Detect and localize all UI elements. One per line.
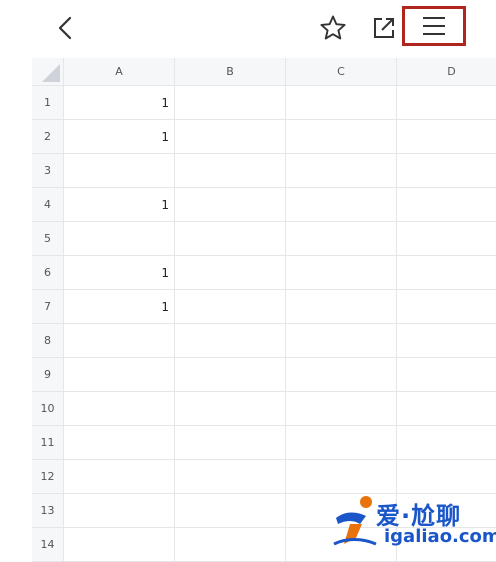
- row-header[interactable]: 3: [32, 154, 64, 188]
- column-header-row: A B C D: [32, 58, 496, 86]
- cell-a[interactable]: 1: [64, 86, 175, 120]
- cell-d[interactable]: [397, 120, 496, 154]
- table-row: 11: [32, 86, 496, 120]
- table-row: 21: [32, 120, 496, 154]
- cell-b[interactable]: [175, 290, 286, 324]
- watermark: 爱·尬聊 igaliao.com: [332, 490, 496, 554]
- chevron-left-icon: [55, 15, 77, 41]
- cell-c[interactable]: [286, 392, 397, 426]
- external-link-icon: [371, 15, 397, 41]
- cell-d[interactable]: [397, 392, 496, 426]
- table-row: 10: [32, 392, 496, 426]
- row-header[interactable]: 14: [32, 528, 64, 562]
- cell-c[interactable]: [286, 154, 397, 188]
- column-header-d[interactable]: D: [397, 58, 496, 86]
- table-row: 3: [32, 154, 496, 188]
- hamburger-menu-icon: [421, 15, 447, 37]
- cell-a[interactable]: 1: [64, 256, 175, 290]
- cell-b[interactable]: [175, 392, 286, 426]
- table-row: 5: [32, 222, 496, 256]
- cell-c[interactable]: [286, 256, 397, 290]
- cell-a[interactable]: [64, 460, 175, 494]
- row-header[interactable]: 7: [32, 290, 64, 324]
- cell-c[interactable]: [286, 120, 397, 154]
- cell-b[interactable]: [175, 460, 286, 494]
- row-header[interactable]: 2: [32, 120, 64, 154]
- back-button[interactable]: [48, 10, 84, 46]
- cell-a[interactable]: 1: [64, 188, 175, 222]
- column-header-b[interactable]: B: [175, 58, 286, 86]
- cell-d[interactable]: [397, 154, 496, 188]
- menu-button[interactable]: [402, 6, 466, 46]
- cell-c[interactable]: [286, 188, 397, 222]
- cell-a[interactable]: [64, 494, 175, 528]
- cell-b[interactable]: [175, 188, 286, 222]
- cell-d[interactable]: [397, 256, 496, 290]
- column-header-a[interactable]: A: [64, 58, 175, 86]
- column-header-c[interactable]: C: [286, 58, 397, 86]
- cell-a[interactable]: [64, 154, 175, 188]
- row-header[interactable]: 5: [32, 222, 64, 256]
- cell-a[interactable]: 1: [64, 120, 175, 154]
- cell-a[interactable]: 1: [64, 290, 175, 324]
- cell-b[interactable]: [175, 222, 286, 256]
- spreadsheet-screen: A B C D 1 1 2 1 3 4 1 5 6 1 7 1 8 9 10 11 12 13 14 爱·尬聊 ig…: [0, 0, 496, 562]
- table-row: 9: [32, 358, 496, 392]
- cell-a[interactable]: [64, 528, 175, 562]
- table-row: 8: [32, 324, 496, 358]
- cell-c[interactable]: [286, 222, 397, 256]
- cell-b[interactable]: [175, 494, 286, 528]
- row-header[interactable]: 13: [32, 494, 64, 528]
- table-row: 71: [32, 290, 496, 324]
- cell-b[interactable]: [175, 528, 286, 562]
- cell-d[interactable]: [397, 460, 496, 494]
- row-header[interactable]: 10: [32, 392, 64, 426]
- cell-b[interactable]: [175, 324, 286, 358]
- cell-b[interactable]: [175, 154, 286, 188]
- watermark-domain: igaliao.com: [384, 526, 496, 547]
- cell-d[interactable]: [397, 222, 496, 256]
- cell-d[interactable]: [397, 358, 496, 392]
- row-header[interactable]: 11: [32, 426, 64, 460]
- cell-d[interactable]: [397, 86, 496, 120]
- top-toolbar: [0, 0, 496, 56]
- open-external-button[interactable]: [366, 10, 402, 46]
- favorite-button[interactable]: [314, 10, 352, 46]
- cell-d[interactable]: [397, 290, 496, 324]
- table-row: 12: [32, 460, 496, 494]
- cell-a[interactable]: [64, 358, 175, 392]
- cell-c[interactable]: [286, 426, 397, 460]
- cell-a[interactable]: [64, 324, 175, 358]
- row-header[interactable]: 9: [32, 358, 64, 392]
- spreadsheet-grid: A B C D 1 1 2 1 3 4 1 5 6 1 7 1 8 9 10 11 12 13 14: [32, 58, 496, 562]
- table-row: 61: [32, 256, 496, 290]
- table-row: 41: [32, 188, 496, 222]
- row-header[interactable]: 8: [32, 324, 64, 358]
- cell-c[interactable]: [286, 290, 397, 324]
- watermark-logo-icon: [333, 496, 377, 546]
- cell-b[interactable]: [175, 86, 286, 120]
- cell-a[interactable]: [64, 426, 175, 460]
- table-row: 11: [32, 426, 496, 460]
- row-header[interactable]: 1: [32, 86, 64, 120]
- cell-c[interactable]: [286, 460, 397, 494]
- row-header[interactable]: 6: [32, 256, 64, 290]
- row-header[interactable]: 12: [32, 460, 64, 494]
- select-all-corner[interactable]: [32, 58, 64, 86]
- cell-d[interactable]: [397, 426, 496, 460]
- cell-b[interactable]: [175, 256, 286, 290]
- cell-c[interactable]: [286, 358, 397, 392]
- cell-a[interactable]: [64, 392, 175, 426]
- star-outline-icon: [319, 14, 347, 42]
- cell-d[interactable]: [397, 324, 496, 358]
- corner-triangle-icon: [42, 64, 60, 82]
- cell-b[interactable]: [175, 358, 286, 392]
- cell-a[interactable]: [64, 222, 175, 256]
- cell-d[interactable]: [397, 188, 496, 222]
- row-header[interactable]: 4: [32, 188, 64, 222]
- cell-c[interactable]: [286, 324, 397, 358]
- cell-c[interactable]: [286, 86, 397, 120]
- cell-b[interactable]: [175, 120, 286, 154]
- cell-b[interactable]: [175, 426, 286, 460]
